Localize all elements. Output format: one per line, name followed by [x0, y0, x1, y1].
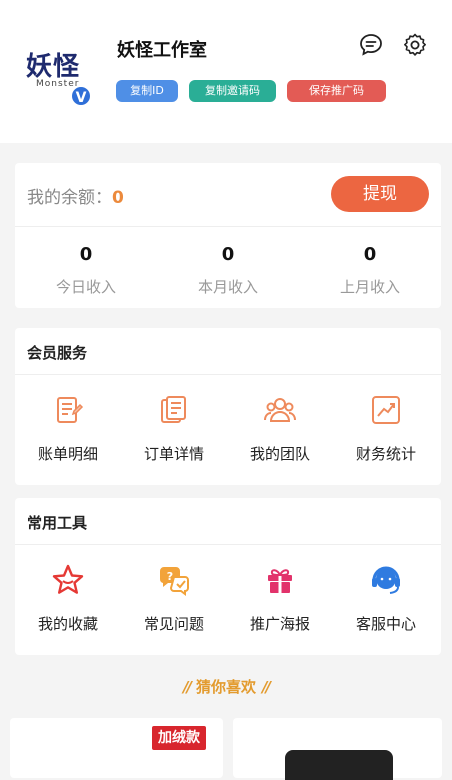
- stat-today: 0 今日收入: [15, 244, 157, 297]
- finance-stats-item[interactable]: 财务统计: [333, 393, 439, 464]
- bill-details-item[interactable]: 账单明细: [15, 393, 121, 464]
- recommend-title: 猜你喜欢: [195, 678, 256, 696]
- copy-id-button[interactable]: 复制ID: [116, 80, 178, 102]
- profile-header: 妖怪 Monster V 妖怪工作室 复制ID 复制邀请码 保存推广码: [0, 0, 452, 143]
- my-favorites-item[interactable]: 我的收藏: [15, 563, 121, 634]
- item-label: 账单明细: [37, 445, 98, 463]
- customer-service-item[interactable]: 客服中心: [333, 563, 439, 634]
- order-icon: [161, 396, 186, 423]
- chart-icon: [372, 396, 400, 424]
- stat-value: 0: [221, 244, 235, 265]
- stat-this-month: 0 本月收入: [157, 244, 299, 297]
- item-label: 常见问题: [143, 615, 204, 633]
- settings-gear-icon[interactable]: [402, 32, 428, 58]
- copy-invite-code-button[interactable]: 复制邀请码: [189, 80, 276, 102]
- stat-label: 上月收入: [339, 278, 400, 296]
- balance-card: 我的余额：0 提现 0 今日收入 0 本月收入 0 上月收入: [15, 163, 441, 308]
- member-services-card: 会员服务 账单明细 订单详情 我的团队 财务统计: [15, 328, 441, 485]
- recommend-heading: //猜你喜欢//: [0, 676, 452, 697]
- item-label: 我的团队: [249, 445, 310, 463]
- gift-icon: [268, 569, 292, 593]
- balance-row: 我的余额：0: [27, 183, 124, 208]
- faq-item[interactable]: ? 常见问题: [121, 563, 227, 634]
- verified-badge: V: [70, 85, 92, 107]
- section-title: 会员服务: [27, 344, 88, 362]
- divider: [15, 544, 441, 545]
- stat-value: 0: [363, 244, 377, 265]
- studio-name: 妖怪工作室: [117, 40, 207, 61]
- promo-poster-item[interactable]: 推广海报: [227, 563, 333, 634]
- order-details-item[interactable]: 订单详情: [121, 393, 227, 464]
- divider: [15, 226, 441, 227]
- balance-value: 0: [112, 188, 124, 208]
- item-label: 客服中心: [355, 615, 416, 633]
- item-label: 我的收藏: [37, 615, 98, 633]
- withdraw-button[interactable]: 提现: [331, 176, 429, 212]
- faq-icon: ?: [159, 567, 189, 596]
- common-tools-card: 常用工具 我的收藏 ? 常见问题 推广海报 客服中心: [15, 498, 441, 655]
- headset-icon: [372, 566, 400, 594]
- studio-logo: 妖怪 Monster V: [24, 44, 94, 108]
- item-label: 订单详情: [143, 445, 204, 463]
- section-title: 常用工具: [27, 514, 88, 532]
- my-team-item[interactable]: 我的团队: [227, 393, 333, 464]
- save-promo-code-button[interactable]: 保存推广码: [287, 80, 386, 102]
- stat-label: 今日收入: [55, 278, 116, 296]
- star-icon: [52, 564, 84, 594]
- product-card[interactable]: 加绒款: [10, 718, 223, 778]
- decor-slash-icon: //: [183, 678, 192, 696]
- product-image: [285, 750, 393, 780]
- product-card[interactable]: [233, 718, 442, 780]
- item-label: 财务统计: [355, 445, 416, 463]
- product-tag: 加绒款: [152, 726, 206, 750]
- balance-label: 我的余额：: [27, 188, 112, 208]
- stat-label: 本月收入: [197, 278, 258, 296]
- divider: [15, 374, 441, 375]
- team-icon: [264, 398, 296, 422]
- bill-icon: [57, 397, 84, 423]
- stat-value: 0: [79, 244, 93, 265]
- decor-slash-icon: //: [262, 678, 271, 696]
- message-icon[interactable]: [358, 32, 384, 58]
- logo-text: 妖怪: [26, 52, 81, 82]
- item-label: 推广海报: [249, 615, 310, 633]
- stat-last-month: 0 上月收入: [299, 244, 441, 297]
